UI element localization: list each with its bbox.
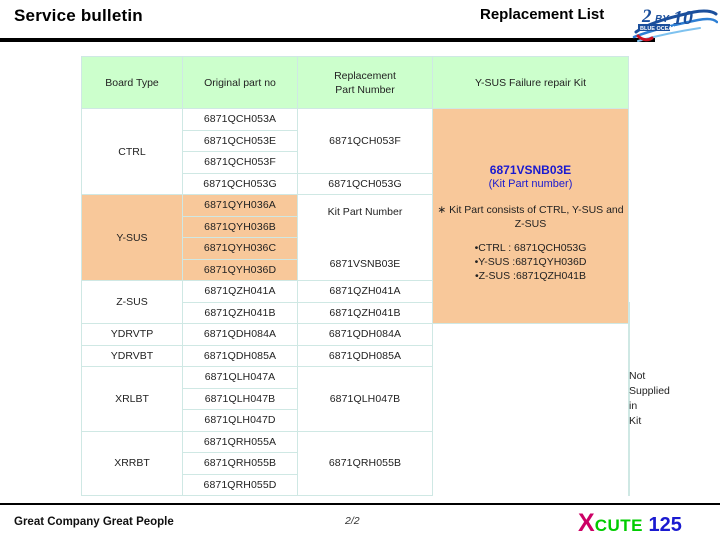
kit-part-number-value: 6871VSNB03E xyxy=(329,257,401,270)
2by10-blue-ocean-logo: 2 BY 10 BLUE OCEAN xyxy=(632,2,719,42)
slide-root: Service bulletin Replacement List 2 BY 1… xyxy=(0,0,720,540)
page-number: 2/2 xyxy=(345,515,360,527)
xcute-logo-cute: CUTE xyxy=(594,516,643,535)
cell-board-type-ydrvbt: YDRVBT xyxy=(81,344,183,367)
cell-original-part: 6871QLH047D xyxy=(182,409,298,432)
table-row: CTRL 6871QCH053A 6871QCH053F 6871VSNB03E… xyxy=(81,108,630,324)
col-header-original-part-no: Original part no xyxy=(182,56,298,109)
cell-replacement-part: 6871QLH047B xyxy=(297,366,433,432)
cell-original-part: 6871QCH053F xyxy=(182,151,298,174)
kit-number: 6871VSNB03E xyxy=(489,163,572,177)
col-header-replacement-part-number: Replacement Part Number xyxy=(297,56,433,109)
cell-replacement-part: 6871QZH041B xyxy=(297,301,433,324)
cell-board-type-ydrvtp: YDRVTP xyxy=(81,323,183,346)
col-header-board-type: Board Type xyxy=(81,56,183,109)
svg-text:2: 2 xyxy=(641,6,652,27)
cell-original-part: 6871QRH055A xyxy=(182,430,298,453)
cell-original-part: 6871QCH053A xyxy=(182,108,298,131)
page-title: Service bulletin xyxy=(14,6,143,25)
cell-board-type-xrlbt: XRLBT xyxy=(81,366,183,432)
cell-original-part: 6871QCH053G xyxy=(182,172,298,195)
cell-replacement-part: 6871QCH053G xyxy=(297,172,433,195)
kit-part-number-label: Kit Part Number xyxy=(327,205,403,218)
cell-original-part: 6871QDH084A xyxy=(182,323,298,346)
col-header-ysus-failure-repair-kit: Y-SUS Failure repair Kit xyxy=(432,56,629,109)
cell-board-type-zsus: Z-SUS xyxy=(81,280,183,324)
footer-company: Great Company Great People xyxy=(14,516,174,528)
cell-original-part: 6871QLH047B xyxy=(182,387,298,410)
page-subtitle: Replacement List xyxy=(480,6,605,23)
col-header-replacement-line1: Replacement xyxy=(334,69,396,82)
cell-original-part: 6871QRH055B xyxy=(182,452,298,475)
col-header-replacement-line2: Part Number xyxy=(335,83,395,96)
cell-replacement-part: 6871QDH085A xyxy=(297,344,433,367)
cell-original-part: 6871QLH047A xyxy=(182,366,298,389)
table-header-row: Board Type Original part no Replacement … xyxy=(81,56,630,109)
cell-original-part: 6871QZH041B xyxy=(182,301,298,324)
kit-content-ysus: •Y-SUS :6871QYH036D xyxy=(474,256,587,268)
cell-board-type-ctrl: CTRL xyxy=(81,108,183,195)
cell-original-part: 6871QYH036D xyxy=(182,258,298,281)
cell-kit-part-number: Kit Part Number 6871VSNB03E xyxy=(297,194,433,281)
cell-original-part: 6871QRH055D xyxy=(182,473,298,496)
kit-info-panel: 6871VSNB03E (Kit Part number) ∗ Kit Part… xyxy=(432,108,629,324)
cell-original-part: 6871QDH085A xyxy=(182,344,298,367)
kit-contents-list: •CTRL : 6871QCH053G •Y-SUS :6871QYH036D … xyxy=(433,241,628,283)
replacement-parts-table: Board Type Original part no Replacement … xyxy=(81,56,670,496)
table-row: YDRVTP 6871QDH084A 6871QDH084A xyxy=(81,323,630,346)
xcute-logo-x: X xyxy=(578,509,595,537)
footer-divider xyxy=(0,503,720,505)
cell-original-part: 6871QYH036C xyxy=(182,237,298,260)
table-body: CTRL 6871QCH053A 6871QCH053F 6871VSNB03E… xyxy=(81,108,670,496)
xcute-logo-number: 125 xyxy=(648,514,682,536)
header-divider xyxy=(0,38,655,42)
table-row: XRRBT 6871QRH055A 6871QRH055B xyxy=(81,430,630,496)
xcute-125-logo: XCUTE 125 xyxy=(578,509,682,537)
not-supplied-line1: Not Supplied xyxy=(629,369,670,397)
kit-number-caption: (Kit Part number) xyxy=(488,178,573,190)
cell-original-part: 6871QCH053E xyxy=(182,129,298,152)
cell-not-supplied-in-kit: Not Supplied in Kit xyxy=(628,301,670,496)
cell-original-part: 6871QZH041A xyxy=(182,280,298,303)
table-row: XRLBT 6871QLH047A 6871QLH047B xyxy=(81,366,630,432)
cell-board-type-xrrbt: XRRBT xyxy=(81,430,183,496)
kit-content-ctrl: •CTRL : 6871QCH053G xyxy=(474,242,587,254)
kit-content-zsus: •Z-SUS :6871QZH041B xyxy=(474,270,587,282)
not-supplied-line2: in Kit xyxy=(629,399,642,427)
cell-replacement-part: 6871QRH055B xyxy=(297,430,433,496)
cell-replacement-part: 6871QZH041A xyxy=(297,280,433,303)
cell-original-part: 6871QYH036B xyxy=(182,215,298,238)
table-row: YDRVBT 6871QDH085A 6871QDH085A xyxy=(81,344,630,367)
svg-text:BY: BY xyxy=(655,14,670,25)
svg-text:BLUE OCEAN: BLUE OCEAN xyxy=(640,26,676,32)
table-header: Board Type Original part no Replacement … xyxy=(81,56,630,109)
cell-original-part: 6871QYH036A xyxy=(182,194,298,217)
kit-consists-note: ∗ Kit Part consists of CTRL, Y-SUS and Z… xyxy=(437,204,624,230)
cell-replacement-part: 6871QDH084A xyxy=(297,323,433,346)
cell-replacement-part: 6871QCH053F xyxy=(297,108,433,174)
cell-board-type-ysus: Y-SUS xyxy=(81,194,183,281)
